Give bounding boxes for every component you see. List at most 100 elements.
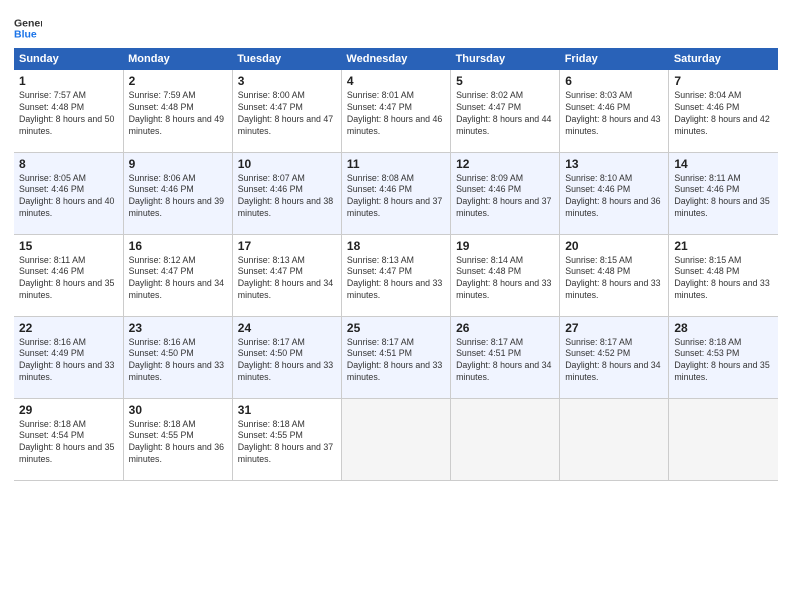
day-number: 15 <box>19 239 118 253</box>
weekday-header-saturday: Saturday <box>669 48 778 70</box>
week-row-1: 1 Sunrise: 7:57 AM Sunset: 4:48 PM Dayli… <box>14 70 778 152</box>
day-number: 25 <box>347 321 445 335</box>
day-info: Sunrise: 8:15 AM Sunset: 4:48 PM Dayligh… <box>565 255 663 303</box>
day-info: Sunrise: 8:13 AM Sunset: 4:47 PM Dayligh… <box>347 255 445 303</box>
day-cell: 11 Sunrise: 8:08 AM Sunset: 4:46 PM Dayl… <box>341 152 450 234</box>
calendar-table: SundayMondayTuesdayWednesdayThursdayFrid… <box>14 48 778 481</box>
day-info: Sunrise: 8:16 AM Sunset: 4:49 PM Dayligh… <box>19 337 118 385</box>
day-number: 9 <box>129 157 227 171</box>
header: General Blue <box>14 10 778 42</box>
day-info: Sunrise: 8:05 AM Sunset: 4:46 PM Dayligh… <box>19 173 118 221</box>
day-info: Sunrise: 8:11 AM Sunset: 4:46 PM Dayligh… <box>19 255 118 303</box>
day-cell: 26 Sunrise: 8:17 AM Sunset: 4:51 PM Dayl… <box>451 316 560 398</box>
day-number: 18 <box>347 239 445 253</box>
day-cell: 5 Sunrise: 8:02 AM Sunset: 4:47 PM Dayli… <box>451 70 560 152</box>
day-cell: 3 Sunrise: 8:00 AM Sunset: 4:47 PM Dayli… <box>232 70 341 152</box>
day-info: Sunrise: 8:01 AM Sunset: 4:47 PM Dayligh… <box>347 90 445 138</box>
weekday-header-sunday: Sunday <box>14 48 123 70</box>
day-number: 30 <box>129 403 227 417</box>
day-number: 4 <box>347 74 445 88</box>
day-info: Sunrise: 8:07 AM Sunset: 4:46 PM Dayligh… <box>238 173 336 221</box>
day-info: Sunrise: 8:18 AM Sunset: 4:55 PM Dayligh… <box>238 419 336 467</box>
svg-text:Blue: Blue <box>14 29 37 41</box>
day-number: 14 <box>674 157 773 171</box>
day-info: Sunrise: 8:17 AM Sunset: 4:51 PM Dayligh… <box>456 337 554 385</box>
day-cell: 30 Sunrise: 8:18 AM Sunset: 4:55 PM Dayl… <box>123 398 232 480</box>
logo: General Blue <box>14 14 44 42</box>
day-number: 17 <box>238 239 336 253</box>
day-cell: 8 Sunrise: 8:05 AM Sunset: 4:46 PM Dayli… <box>14 152 123 234</box>
day-cell: 9 Sunrise: 8:06 AM Sunset: 4:46 PM Dayli… <box>123 152 232 234</box>
day-info: Sunrise: 8:00 AM Sunset: 4:47 PM Dayligh… <box>238 90 336 138</box>
weekday-header-wednesday: Wednesday <box>341 48 450 70</box>
day-info: Sunrise: 8:04 AM Sunset: 4:46 PM Dayligh… <box>674 90 773 138</box>
day-number: 3 <box>238 74 336 88</box>
day-cell: 25 Sunrise: 8:17 AM Sunset: 4:51 PM Dayl… <box>341 316 450 398</box>
day-cell: 27 Sunrise: 8:17 AM Sunset: 4:52 PM Dayl… <box>560 316 669 398</box>
day-info: Sunrise: 8:11 AM Sunset: 4:46 PM Dayligh… <box>674 173 773 221</box>
day-info: Sunrise: 8:03 AM Sunset: 4:46 PM Dayligh… <box>565 90 663 138</box>
day-info: Sunrise: 8:17 AM Sunset: 4:51 PM Dayligh… <box>347 337 445 385</box>
day-number: 21 <box>674 239 773 253</box>
day-number: 31 <box>238 403 336 417</box>
day-info: Sunrise: 8:14 AM Sunset: 4:48 PM Dayligh… <box>456 255 554 303</box>
weekday-header-friday: Friday <box>560 48 669 70</box>
day-cell: 4 Sunrise: 8:01 AM Sunset: 4:47 PM Dayli… <box>341 70 450 152</box>
day-cell: 13 Sunrise: 8:10 AM Sunset: 4:46 PM Dayl… <box>560 152 669 234</box>
day-cell: 18 Sunrise: 8:13 AM Sunset: 4:47 PM Dayl… <box>341 234 450 316</box>
day-number: 2 <box>129 74 227 88</box>
day-cell: 22 Sunrise: 8:16 AM Sunset: 4:49 PM Dayl… <box>14 316 123 398</box>
day-number: 23 <box>129 321 227 335</box>
day-number: 16 <box>129 239 227 253</box>
day-number: 24 <box>238 321 336 335</box>
day-info: Sunrise: 8:18 AM Sunset: 4:55 PM Dayligh… <box>129 419 227 467</box>
calendar-body: 1 Sunrise: 7:57 AM Sunset: 4:48 PM Dayli… <box>14 70 778 480</box>
day-info: Sunrise: 7:57 AM Sunset: 4:48 PM Dayligh… <box>19 90 118 138</box>
day-number: 11 <box>347 157 445 171</box>
day-info: Sunrise: 8:12 AM Sunset: 4:47 PM Dayligh… <box>129 255 227 303</box>
day-number: 26 <box>456 321 554 335</box>
day-info: Sunrise: 8:18 AM Sunset: 4:53 PM Dayligh… <box>674 337 773 385</box>
day-number: 22 <box>19 321 118 335</box>
day-info: Sunrise: 8:06 AM Sunset: 4:46 PM Dayligh… <box>129 173 227 221</box>
day-cell: 28 Sunrise: 8:18 AM Sunset: 4:53 PM Dayl… <box>669 316 778 398</box>
day-cell <box>341 398 450 480</box>
week-row-3: 15 Sunrise: 8:11 AM Sunset: 4:46 PM Dayl… <box>14 234 778 316</box>
day-number: 10 <box>238 157 336 171</box>
week-row-2: 8 Sunrise: 8:05 AM Sunset: 4:46 PM Dayli… <box>14 152 778 234</box>
day-info: Sunrise: 8:10 AM Sunset: 4:46 PM Dayligh… <box>565 173 663 221</box>
day-info: Sunrise: 8:08 AM Sunset: 4:46 PM Dayligh… <box>347 173 445 221</box>
day-info: Sunrise: 8:17 AM Sunset: 4:50 PM Dayligh… <box>238 337 336 385</box>
day-number: 5 <box>456 74 554 88</box>
day-cell: 10 Sunrise: 8:07 AM Sunset: 4:46 PM Dayl… <box>232 152 341 234</box>
day-cell: 15 Sunrise: 8:11 AM Sunset: 4:46 PM Dayl… <box>14 234 123 316</box>
day-cell: 6 Sunrise: 8:03 AM Sunset: 4:46 PM Dayli… <box>560 70 669 152</box>
day-info: Sunrise: 8:15 AM Sunset: 4:48 PM Dayligh… <box>674 255 773 303</box>
day-cell: 29 Sunrise: 8:18 AM Sunset: 4:54 PM Dayl… <box>14 398 123 480</box>
week-row-4: 22 Sunrise: 8:16 AM Sunset: 4:49 PM Dayl… <box>14 316 778 398</box>
weekday-header-monday: Monday <box>123 48 232 70</box>
week-row-5: 29 Sunrise: 8:18 AM Sunset: 4:54 PM Dayl… <box>14 398 778 480</box>
svg-text:General: General <box>14 17 42 29</box>
main-container: General Blue SundayMondayTuesdayWednesda… <box>0 0 792 489</box>
day-cell: 21 Sunrise: 8:15 AM Sunset: 4:48 PM Dayl… <box>669 234 778 316</box>
day-cell: 20 Sunrise: 8:15 AM Sunset: 4:48 PM Dayl… <box>560 234 669 316</box>
day-cell: 2 Sunrise: 7:59 AM Sunset: 4:48 PM Dayli… <box>123 70 232 152</box>
day-number: 29 <box>19 403 118 417</box>
day-cell: 19 Sunrise: 8:14 AM Sunset: 4:48 PM Dayl… <box>451 234 560 316</box>
day-cell: 16 Sunrise: 8:12 AM Sunset: 4:47 PM Dayl… <box>123 234 232 316</box>
day-cell: 1 Sunrise: 7:57 AM Sunset: 4:48 PM Dayli… <box>14 70 123 152</box>
weekday-header-row: SundayMondayTuesdayWednesdayThursdayFrid… <box>14 48 778 70</box>
day-info: Sunrise: 8:17 AM Sunset: 4:52 PM Dayligh… <box>565 337 663 385</box>
day-info: Sunrise: 8:18 AM Sunset: 4:54 PM Dayligh… <box>19 419 118 467</box>
day-cell: 17 Sunrise: 8:13 AM Sunset: 4:47 PM Dayl… <box>232 234 341 316</box>
day-number: 19 <box>456 239 554 253</box>
day-cell <box>560 398 669 480</box>
day-cell <box>451 398 560 480</box>
day-info: Sunrise: 8:02 AM Sunset: 4:47 PM Dayligh… <box>456 90 554 138</box>
day-number: 7 <box>674 74 773 88</box>
day-cell <box>669 398 778 480</box>
logo-icon: General Blue <box>14 14 42 42</box>
weekday-header-thursday: Thursday <box>451 48 560 70</box>
day-number: 27 <box>565 321 663 335</box>
